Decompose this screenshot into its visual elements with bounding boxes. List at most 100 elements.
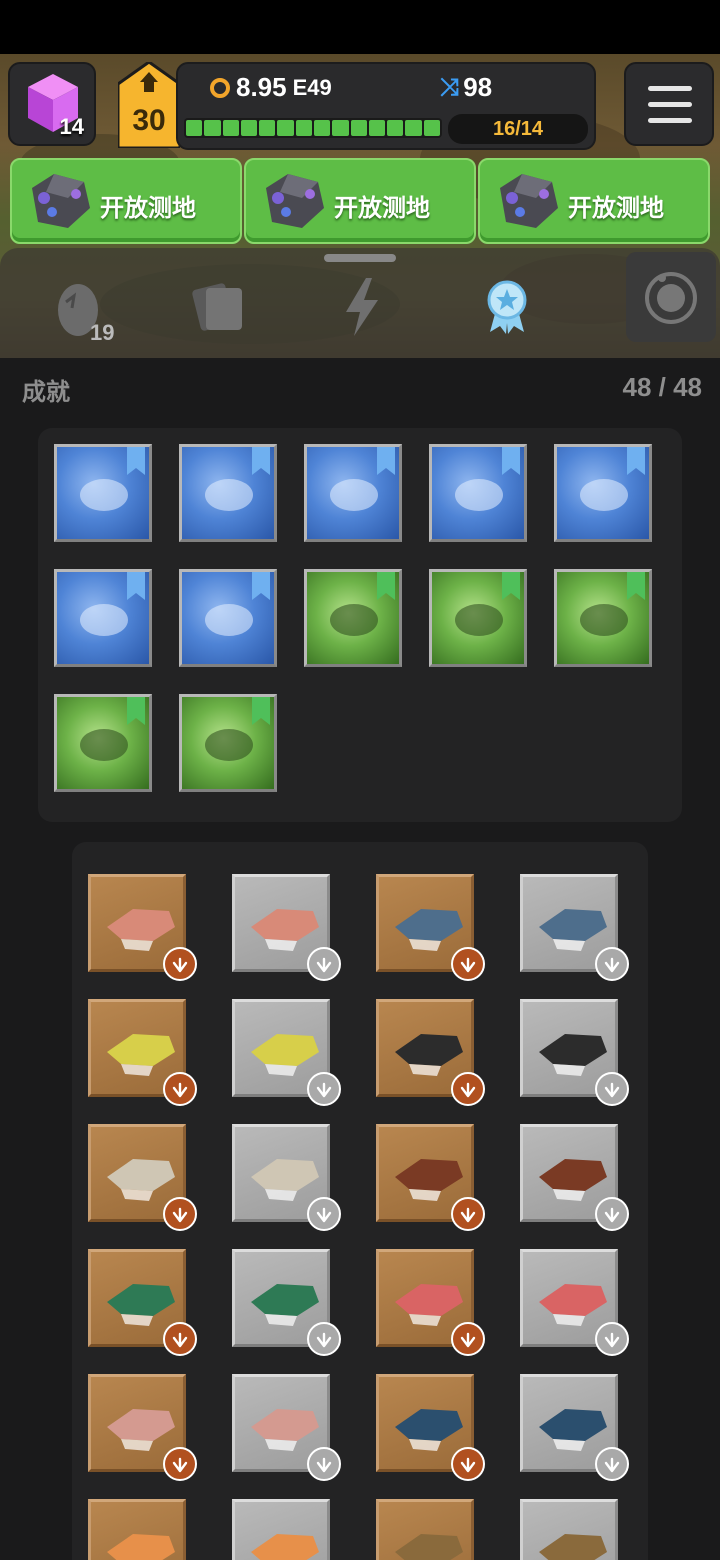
paw-rank-icon bbox=[451, 1447, 485, 1481]
open-site-button-3[interactable]: 开放测地 bbox=[478, 158, 710, 244]
resource-panel: 8.95 E49 ⤨ 98 16/14 bbox=[176, 62, 596, 150]
comet-icon bbox=[455, 604, 503, 636]
achievement-tile[interactable] bbox=[429, 569, 527, 667]
dinosaur-head-icon bbox=[251, 1034, 319, 1076]
settings-button[interactable] bbox=[626, 252, 716, 342]
achievement-tile[interactable] bbox=[429, 444, 527, 542]
coin-icon bbox=[210, 77, 230, 98]
cube-currency-button[interactable]: 14 bbox=[8, 62, 96, 146]
paw-rank-icon bbox=[307, 1072, 341, 1106]
shuffle-display: ⤨ 98 bbox=[440, 72, 492, 103]
paw-rank-icon bbox=[451, 947, 485, 981]
dinosaur-head-icon bbox=[107, 1284, 175, 1326]
dino-card-pterodactyl-silver[interactable] bbox=[520, 1124, 629, 1231]
player-level: 30 bbox=[132, 104, 166, 137]
achievement-tile[interactable] bbox=[179, 694, 277, 792]
achievement-tile[interactable] bbox=[54, 444, 152, 542]
open-site-button-2[interactable]: 开放测地 bbox=[244, 158, 476, 244]
dino-card-ankylosaurus-silver[interactable] bbox=[520, 999, 629, 1106]
achievement-tile[interactable] bbox=[304, 444, 402, 542]
open-site-label: 开放测地 bbox=[568, 194, 664, 222]
dino-card-carnotaurus-silver[interactable] bbox=[520, 1374, 629, 1481]
dino-card-diplodocus-bronze[interactable] bbox=[88, 1249, 197, 1356]
dino-card-parasaurolophus-bronze[interactable] bbox=[376, 874, 485, 981]
money-amount: 8.95 bbox=[236, 72, 287, 102]
achievement-tile[interactable] bbox=[554, 569, 652, 667]
paw-rank-icon bbox=[307, 947, 341, 981]
achievement-tile[interactable] bbox=[554, 444, 652, 542]
level-progress-text: 16/14 bbox=[448, 114, 588, 144]
dino-card-triceratops-bronze[interactable] bbox=[88, 1124, 197, 1231]
crystal-rock-icon bbox=[266, 174, 324, 228]
drag-handle[interactable] bbox=[324, 254, 396, 262]
crocodile-icon bbox=[580, 604, 628, 636]
paw-rank-icon bbox=[595, 1447, 629, 1481]
dino-card-triceratops-silver[interactable] bbox=[232, 1124, 341, 1231]
section-title-achievements: 成就 bbox=[22, 378, 70, 406]
dino-card-brachiosaurus-bronze[interactable] bbox=[88, 1374, 197, 1481]
dino-card-brachiosaurus-silver[interactable] bbox=[232, 1374, 341, 1481]
tab-cards[interactable] bbox=[186, 272, 256, 342]
crystal-rock-icon bbox=[500, 174, 558, 228]
tab-boosts[interactable] bbox=[328, 272, 398, 342]
shuffle-icon: ⤨ bbox=[440, 73, 460, 101]
meteor-rock-icon bbox=[455, 479, 503, 511]
achievements-grid bbox=[38, 428, 682, 822]
dino-card-dilophosaurus-bronze[interactable] bbox=[376, 1249, 485, 1356]
open-site-label: 开放测地 bbox=[334, 194, 430, 222]
dino-card-ankylosaurus-bronze[interactable] bbox=[376, 999, 485, 1106]
achievement-tile[interactable] bbox=[54, 694, 152, 792]
dinosaur-head-icon bbox=[107, 1534, 175, 1560]
paw-rank-icon bbox=[595, 1072, 629, 1106]
achievement-tile[interactable] bbox=[54, 569, 152, 667]
dino-card-dimetrodon-silver[interactable] bbox=[232, 874, 341, 981]
dinosaur-head-icon bbox=[251, 1409, 319, 1451]
lightning-icon bbox=[346, 278, 378, 336]
dino-card-parasaurolophus-silver[interactable] bbox=[520, 874, 629, 981]
achievement-tile[interactable] bbox=[304, 569, 402, 667]
status-bar bbox=[0, 0, 720, 54]
dinosaur-head-icon bbox=[251, 1284, 319, 1326]
achievement-tile[interactable] bbox=[179, 569, 277, 667]
level-badge[interactable]: 30 bbox=[116, 60, 182, 150]
dino-card-frilled-lizard-silver[interactable] bbox=[232, 999, 341, 1106]
paw-rank-icon bbox=[595, 1197, 629, 1231]
bookmark-ribbon-icon bbox=[127, 447, 145, 475]
award-ribbon-icon bbox=[487, 280, 527, 334]
jellyfish-icon bbox=[205, 479, 253, 511]
bookmark-ribbon-icon bbox=[377, 447, 395, 475]
dino-card-velociraptor-silver[interactable] bbox=[520, 1499, 618, 1560]
dino-card-pterodactyl-bronze[interactable] bbox=[376, 1124, 485, 1231]
hamburger-menu-button[interactable] bbox=[624, 62, 714, 146]
paw-rank-icon bbox=[163, 947, 197, 981]
bookmark-ribbon-icon bbox=[627, 447, 645, 475]
dino-card-gallimimus-silver[interactable] bbox=[232, 1499, 330, 1560]
dinosaur-head-icon bbox=[539, 1409, 607, 1451]
dinosaur-head-icon bbox=[107, 909, 175, 951]
dinosaur-head-icon bbox=[107, 1159, 175, 1201]
bookmark-ribbon-icon bbox=[252, 447, 270, 475]
open-site-button-1[interactable]: 开放测地 bbox=[10, 158, 242, 244]
dinosaur-head-icon bbox=[395, 1159, 463, 1201]
human-face-icon bbox=[80, 604, 128, 636]
money-display: 8.95 E49 bbox=[210, 72, 332, 103]
dinosaur-head-icon bbox=[395, 1409, 463, 1451]
tab-achievements[interactable] bbox=[472, 272, 542, 342]
dino-card-gallimimus-bronze[interactable] bbox=[88, 1499, 186, 1560]
bookmark-ribbon-icon bbox=[252, 572, 270, 600]
paw-rank-icon bbox=[451, 1197, 485, 1231]
dino-card-dilophosaurus-silver[interactable] bbox=[520, 1249, 629, 1356]
dinosaur-head-icon bbox=[251, 909, 319, 951]
dino-card-dimetrodon-bronze[interactable] bbox=[88, 874, 197, 981]
dino-card-carnotaurus-bronze[interactable] bbox=[376, 1374, 485, 1481]
dinosaur-collection-grid bbox=[72, 842, 648, 1560]
crystal-rock-icon bbox=[32, 174, 90, 228]
dino-card-frilled-lizard-bronze[interactable] bbox=[88, 999, 197, 1106]
achievement-tile[interactable] bbox=[179, 444, 277, 542]
dinosaur-head-icon bbox=[395, 1534, 463, 1560]
dino-skull-icon bbox=[330, 604, 378, 636]
dino-card-velociraptor-bronze[interactable] bbox=[376, 1499, 474, 1560]
dino-card-diplodocus-silver[interactable] bbox=[232, 1249, 341, 1356]
money-suffix: E49 bbox=[292, 74, 332, 100]
open-site-label: 开放测地 bbox=[100, 194, 196, 222]
